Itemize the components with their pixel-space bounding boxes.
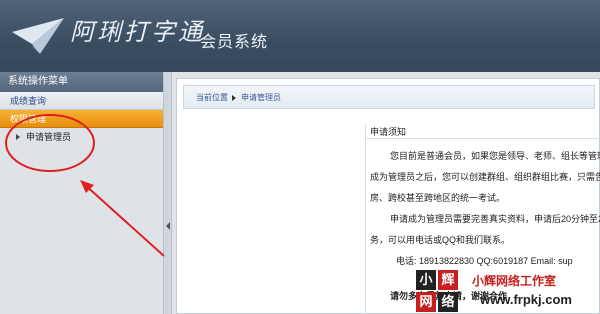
breadcrumb-location-label: 当前位置: [196, 93, 228, 102]
breadcrumb: 当前位置 申请管理员: [183, 85, 595, 109]
notice-line: 申请成为管理员需要完善真实资料，申请后20分钟至2: [390, 214, 600, 224]
watermark-badge: 小 辉 网 络: [416, 270, 460, 314]
sidebar-group-score-query[interactable]: 成绩查询: [0, 92, 163, 110]
sidebar-title: 系统操作菜单: [0, 72, 163, 92]
sidebar: 系统操作菜单 成绩查询 权限管理 申请管理员: [0, 72, 163, 314]
sidebar-group-permission-management[interactable]: 权限管理: [0, 110, 163, 128]
notice-line: 成为管理员之后，您可以创建群组、组织群组比赛，只需告: [370, 172, 600, 182]
notice-title: 申请须知: [366, 125, 600, 139]
breadcrumb-separator-icon: [232, 94, 236, 101]
notice-line: 房、跨校甚至跨地区的统一考试。: [370, 193, 506, 203]
watermark-studio-name: 小辉网络工作室: [472, 274, 557, 288]
watermark-badge-char: 络: [438, 292, 458, 312]
bullet-triangle-icon: [16, 134, 20, 140]
notice-line: 您目前是普通会员，如果您是领导、老师、组长等管理: [390, 151, 600, 161]
paper-plane-logo-icon: [12, 18, 64, 54]
breadcrumb-current[interactable]: 申请管理员: [241, 93, 281, 102]
watermark-badge-char: 辉: [438, 270, 458, 290]
chevron-left-icon: [166, 222, 170, 230]
contact-line: 电话: 18913822830 QQ:6019187 Email: sup: [396, 256, 573, 266]
watermark-url: www.frpkj.com: [480, 292, 572, 307]
sidebar-item-label: 申请管理员: [26, 132, 72, 142]
app-header: 阿琍打字通 会员系统: [0, 0, 600, 72]
notice-line: 务，可以用电话或QQ和我们联系。: [370, 235, 511, 245]
watermark: 小 辉 网 络 小辉网络工作室 www.frpkj.com: [402, 270, 600, 314]
brand-name: 阿琍打字通: [70, 18, 205, 46]
watermark-badge-char: 小: [416, 270, 436, 290]
sidebar-collapse-toggle[interactable]: [163, 72, 172, 314]
watermark-badge-char: 网: [416, 292, 436, 312]
system-title: 会员系统: [200, 34, 269, 51]
sidebar-item-apply-admin[interactable]: 申请管理员: [0, 128, 163, 146]
